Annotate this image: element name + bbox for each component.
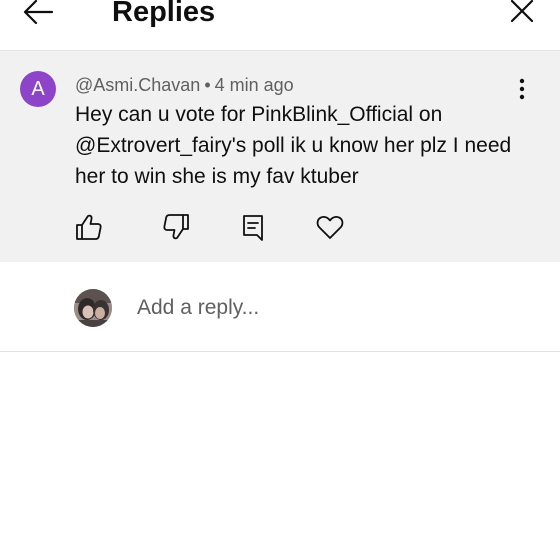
reply-input[interactable] xyxy=(137,290,517,326)
heart-button[interactable] xyxy=(313,211,347,243)
close-button[interactable] xyxy=(500,0,544,32)
close-icon xyxy=(510,0,534,23)
back-button[interactable] xyxy=(14,0,62,32)
thumbs-up-icon xyxy=(76,214,102,240)
thumbs-down-icon xyxy=(163,214,189,240)
comment-card: A @Asmi.Chavan • 4 min ago Hey can u vote … xyxy=(0,51,560,262)
user-avatar[interactable] xyxy=(74,289,112,327)
comment-time: 4 min ago xyxy=(214,75,294,95)
dislike-button[interactable] xyxy=(159,211,193,243)
heart-icon xyxy=(316,216,344,239)
reply-input-row xyxy=(0,262,560,352)
like-button[interactable] xyxy=(72,211,106,243)
arrow-left-icon xyxy=(23,0,54,25)
header: Replies xyxy=(0,0,560,51)
reply-button[interactable] xyxy=(237,211,271,243)
author-name[interactable]: @Asmi.Chavan xyxy=(75,75,200,95)
user-photo xyxy=(74,289,112,327)
author-avatar[interactable]: A xyxy=(20,71,56,107)
meta-separator: • xyxy=(204,75,211,95)
comment-text: Hey can u vote for PinkBlink_Official on… xyxy=(75,103,512,188)
page-title: Replies xyxy=(112,0,216,28)
comment-meta: @Asmi.Chavan • 4 min ago xyxy=(75,73,294,97)
replies-screen: Replies A @Asmi.Chavan • 4 min ago Hey can… xyxy=(0,0,560,560)
reply-icon xyxy=(243,215,263,241)
